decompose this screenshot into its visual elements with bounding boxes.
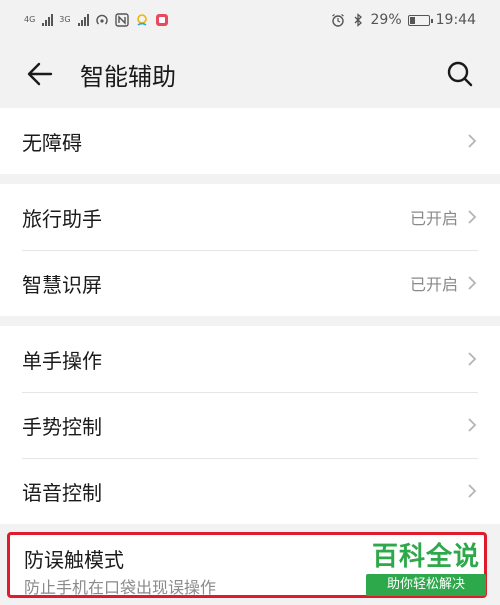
settings-group-3: 单手操作 手势控制 语音控制 xyxy=(0,326,500,524)
status-left: 4G 3G xyxy=(24,13,169,27)
arrow-left-icon xyxy=(27,62,53,86)
status-right: 29% 19:44 xyxy=(331,12,476,28)
watermark-title: 百科全说 xyxy=(371,542,480,572)
chevron-right-icon xyxy=(468,352,477,366)
battery-level xyxy=(409,16,415,24)
settings-item-label: 单手操作 xyxy=(22,348,102,373)
battery-percent: 29% xyxy=(370,12,402,28)
settings-group-2: 旅行助手 已开启 智慧识屏 已开启 xyxy=(0,184,500,316)
chevron-right-icon xyxy=(468,276,477,290)
search-button[interactable] xyxy=(444,58,476,90)
app-header: 智能辅助 xyxy=(0,40,500,108)
back-button[interactable] xyxy=(24,58,56,90)
chevron-right-icon xyxy=(468,484,477,498)
battery-icon xyxy=(407,14,433,26)
settings-item-description: 防止手机在口袋出现误操作 xyxy=(24,578,217,597)
bluetooth-icon xyxy=(354,13,362,27)
signal-icon xyxy=(42,14,54,26)
wifi-hotspot-icon xyxy=(95,14,108,25)
network-type-2: 3G xyxy=(59,15,71,24)
settings-item-label: 旅行助手 xyxy=(22,206,102,231)
settings-item-status: 已开启 xyxy=(409,209,458,228)
settings-item-smart-screen[interactable]: 智慧识屏 已开启 xyxy=(0,250,500,316)
signal-icon xyxy=(77,14,89,26)
status-bar: 4G 3G 29% 19:44 xyxy=(0,0,500,40)
nfc-icon xyxy=(114,13,129,27)
watermark-logo: 百科全说 助你轻松解决 xyxy=(366,542,486,596)
alarm-icon xyxy=(331,14,344,27)
chevron-right-icon xyxy=(468,210,477,224)
watermark-subtitle: 助你轻松解决 xyxy=(366,574,486,596)
search-icon xyxy=(447,61,473,87)
settings-item-travel-assistant[interactable]: 旅行助手 已开启 xyxy=(0,184,500,250)
settings-item-one-handed[interactable]: 单手操作 xyxy=(0,326,500,392)
settings-item-gesture-control[interactable]: 手势控制 xyxy=(0,392,500,458)
network-type-1: 4G xyxy=(24,15,36,24)
settings-group-1: 无障碍 xyxy=(0,108,500,174)
settings-item-voice-control[interactable]: 语音控制 xyxy=(0,458,500,524)
settings-item-label: 智慧识屏 xyxy=(22,272,102,297)
settings-item-label: 语音控制 xyxy=(22,480,102,505)
settings-item-label: 无障碍 xyxy=(22,130,82,155)
settings-item-label: 手势控制 xyxy=(22,414,102,439)
page-title: 智能辅助 xyxy=(80,62,176,91)
message-notification-icon xyxy=(155,14,168,26)
clock: 19:44 xyxy=(435,12,476,28)
chevron-right-icon xyxy=(468,418,477,432)
chevron-right-icon xyxy=(468,134,477,148)
settings-item-status: 已开启 xyxy=(409,275,458,294)
settings-item-accessibility[interactable]: 无障碍 xyxy=(0,108,500,174)
settings-item-label: 防误触模式 xyxy=(24,548,124,572)
app-notification-icon xyxy=(136,14,147,26)
